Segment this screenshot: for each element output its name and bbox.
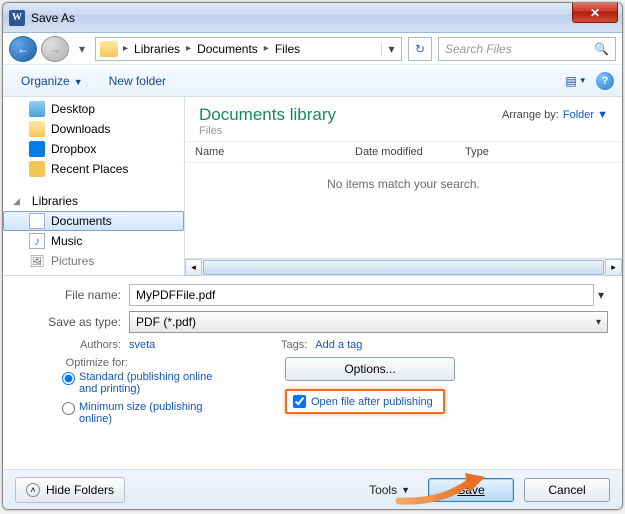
sidebar-item-downloads[interactable]: Downloads bbox=[3, 119, 184, 139]
save-button[interactable]: Save bbox=[428, 478, 514, 502]
sidebar-item-music[interactable]: ♪Music bbox=[3, 231, 184, 251]
help-button[interactable]: ? bbox=[596, 72, 614, 90]
desktop-icon bbox=[29, 101, 45, 117]
radio-input[interactable] bbox=[62, 372, 75, 385]
breadcrumb-item[interactable]: Libraries bbox=[131, 40, 183, 58]
breadcrumb-item[interactable]: Files bbox=[272, 40, 303, 58]
checkbox-input[interactable] bbox=[293, 395, 306, 408]
music-icon: ♪ bbox=[29, 233, 45, 249]
scroll-thumb[interactable] bbox=[203, 260, 604, 275]
optimize-label: Optimize for: bbox=[62, 357, 132, 369]
explorer-body: Desktop Downloads Dropbox Recent Places … bbox=[3, 97, 622, 276]
new-folder-button[interactable]: New folder bbox=[99, 70, 176, 92]
optimize-minimum-radio[interactable]: Minimum size (publishing online) bbox=[62, 401, 219, 425]
scroll-left-button[interactable]: ◂ bbox=[185, 259, 202, 276]
column-type[interactable]: Type bbox=[465, 146, 622, 158]
column-name[interactable]: Name bbox=[195, 146, 355, 158]
search-icon: 🔍 bbox=[594, 42, 609, 56]
column-date[interactable]: Date modified bbox=[355, 146, 465, 158]
search-input[interactable]: Search Files 🔍 bbox=[438, 37, 616, 61]
arrange-by-control: Arrange by: Folder ▼ bbox=[502, 109, 608, 121]
chevron-up-icon: ˄ bbox=[26, 483, 40, 497]
close-button[interactable]: ✕ bbox=[572, 3, 618, 23]
organize-button[interactable]: Organize▼ bbox=[11, 70, 93, 92]
forward-icon: → bbox=[49, 42, 61, 56]
bottom-panel: File name: ▾ Save as type: PDF (*.pdf) A… bbox=[3, 276, 622, 437]
recent-locations-button[interactable]: ▾ bbox=[73, 36, 91, 62]
expand-icon: ◢ bbox=[13, 196, 20, 207]
breadcrumb-item[interactable]: Documents bbox=[194, 40, 261, 58]
authors-value[interactable]: sveta bbox=[129, 339, 155, 351]
documents-icon bbox=[29, 213, 45, 229]
optimize-standard-radio[interactable]: Standard (publishing online and printing… bbox=[62, 371, 219, 395]
save-as-dialog: W Save As ✕ ← → ▾ ▸ Libraries ▸ Document… bbox=[2, 2, 623, 510]
tools-dropdown[interactable]: Tools▼ bbox=[361, 483, 418, 497]
horizontal-scrollbar[interactable]: ◂ ▸ bbox=[185, 258, 622, 275]
filename-label: File name: bbox=[17, 288, 129, 302]
recent-icon bbox=[29, 161, 45, 177]
column-headers: Name Date modified Type bbox=[185, 141, 622, 163]
filename-input[interactable] bbox=[129, 284, 594, 306]
close-icon: ✕ bbox=[590, 6, 600, 20]
refresh-icon: ↻ bbox=[415, 42, 425, 56]
savetype-combobox[interactable]: PDF (*.pdf) bbox=[129, 311, 608, 333]
cancel-button[interactable]: Cancel bbox=[524, 478, 610, 502]
sidebar-item-documents[interactable]: Documents bbox=[3, 211, 184, 231]
folder-icon bbox=[100, 41, 118, 57]
scroll-right-button[interactable]: ▸ bbox=[605, 259, 622, 276]
chevron-right-icon[interactable]: ▸ bbox=[261, 43, 272, 54]
breadcrumb-dropdown[interactable]: ▾ bbox=[381, 42, 401, 56]
title-bar: W Save As ✕ bbox=[3, 3, 622, 33]
breadcrumb[interactable]: ▸ Libraries ▸ Documents ▸ Files ▾ bbox=[95, 37, 402, 61]
window-title: Save As bbox=[31, 11, 75, 25]
tags-label: Tags: bbox=[275, 339, 315, 351]
library-subtitle: Files bbox=[199, 125, 336, 137]
open-after-publishing-checkbox[interactable]: Open file after publishing bbox=[285, 389, 445, 414]
savetype-label: Save as type: bbox=[17, 315, 129, 329]
view-button[interactable]: ▤▼ bbox=[562, 70, 590, 92]
footer: ˄ Hide Folders Tools▼ Save Cancel bbox=[3, 469, 622, 509]
back-icon: ← bbox=[17, 42, 29, 56]
authors-label: Authors: bbox=[17, 339, 129, 351]
filename-dropdown[interactable]: ▾ bbox=[594, 288, 608, 302]
chevron-right-icon[interactable]: ▸ bbox=[183, 43, 194, 54]
chevron-right-icon[interactable]: ▸ bbox=[120, 43, 131, 54]
library-title: Documents library bbox=[199, 105, 336, 125]
sidebar-header-libraries[interactable]: ◢Libraries bbox=[3, 191, 184, 211]
options-button[interactable]: Options... bbox=[285, 357, 455, 381]
empty-message: No items match your search. bbox=[185, 177, 622, 191]
arrange-by-label: Arrange by: bbox=[502, 109, 559, 121]
forward-button[interactable]: → bbox=[41, 36, 69, 62]
back-button[interactable]: ← bbox=[9, 36, 37, 62]
word-app-icon: W bbox=[9, 10, 25, 26]
chevron-down-icon: ▼ bbox=[74, 77, 83, 87]
pane-header: Documents library Files Arrange by: Fold… bbox=[185, 97, 622, 141]
pictures-icon: 🖼 bbox=[29, 253, 45, 269]
sidebar-item-dropbox[interactable]: Dropbox bbox=[3, 139, 184, 159]
toolbar: Organize▼ New folder ▤▼ ? bbox=[3, 65, 622, 97]
nav-row: ← → ▾ ▸ Libraries ▸ Documents ▸ Files ▾ … bbox=[3, 33, 622, 65]
sidebar-item-pictures[interactable]: 🖼Pictures bbox=[3, 251, 184, 271]
search-placeholder: Search Files bbox=[445, 42, 512, 56]
main-pane: Documents library Files Arrange by: Fold… bbox=[185, 97, 622, 275]
radio-input[interactable] bbox=[62, 402, 75, 415]
sidebar: Desktop Downloads Dropbox Recent Places … bbox=[3, 97, 185, 275]
tags-value[interactable]: Add a tag bbox=[315, 339, 362, 351]
sidebar-item-desktop[interactable]: Desktop bbox=[3, 99, 184, 119]
hide-folders-button[interactable]: ˄ Hide Folders bbox=[15, 477, 125, 503]
arrange-by-value[interactable]: Folder ▼ bbox=[563, 109, 608, 121]
folder-icon bbox=[29, 121, 45, 137]
sidebar-item-recent[interactable]: Recent Places bbox=[3, 159, 184, 179]
dropbox-icon bbox=[29, 141, 45, 157]
refresh-button[interactable]: ↻ bbox=[408, 37, 432, 61]
help-icon: ? bbox=[602, 75, 609, 87]
chevron-down-icon: ▾ bbox=[79, 42, 85, 56]
